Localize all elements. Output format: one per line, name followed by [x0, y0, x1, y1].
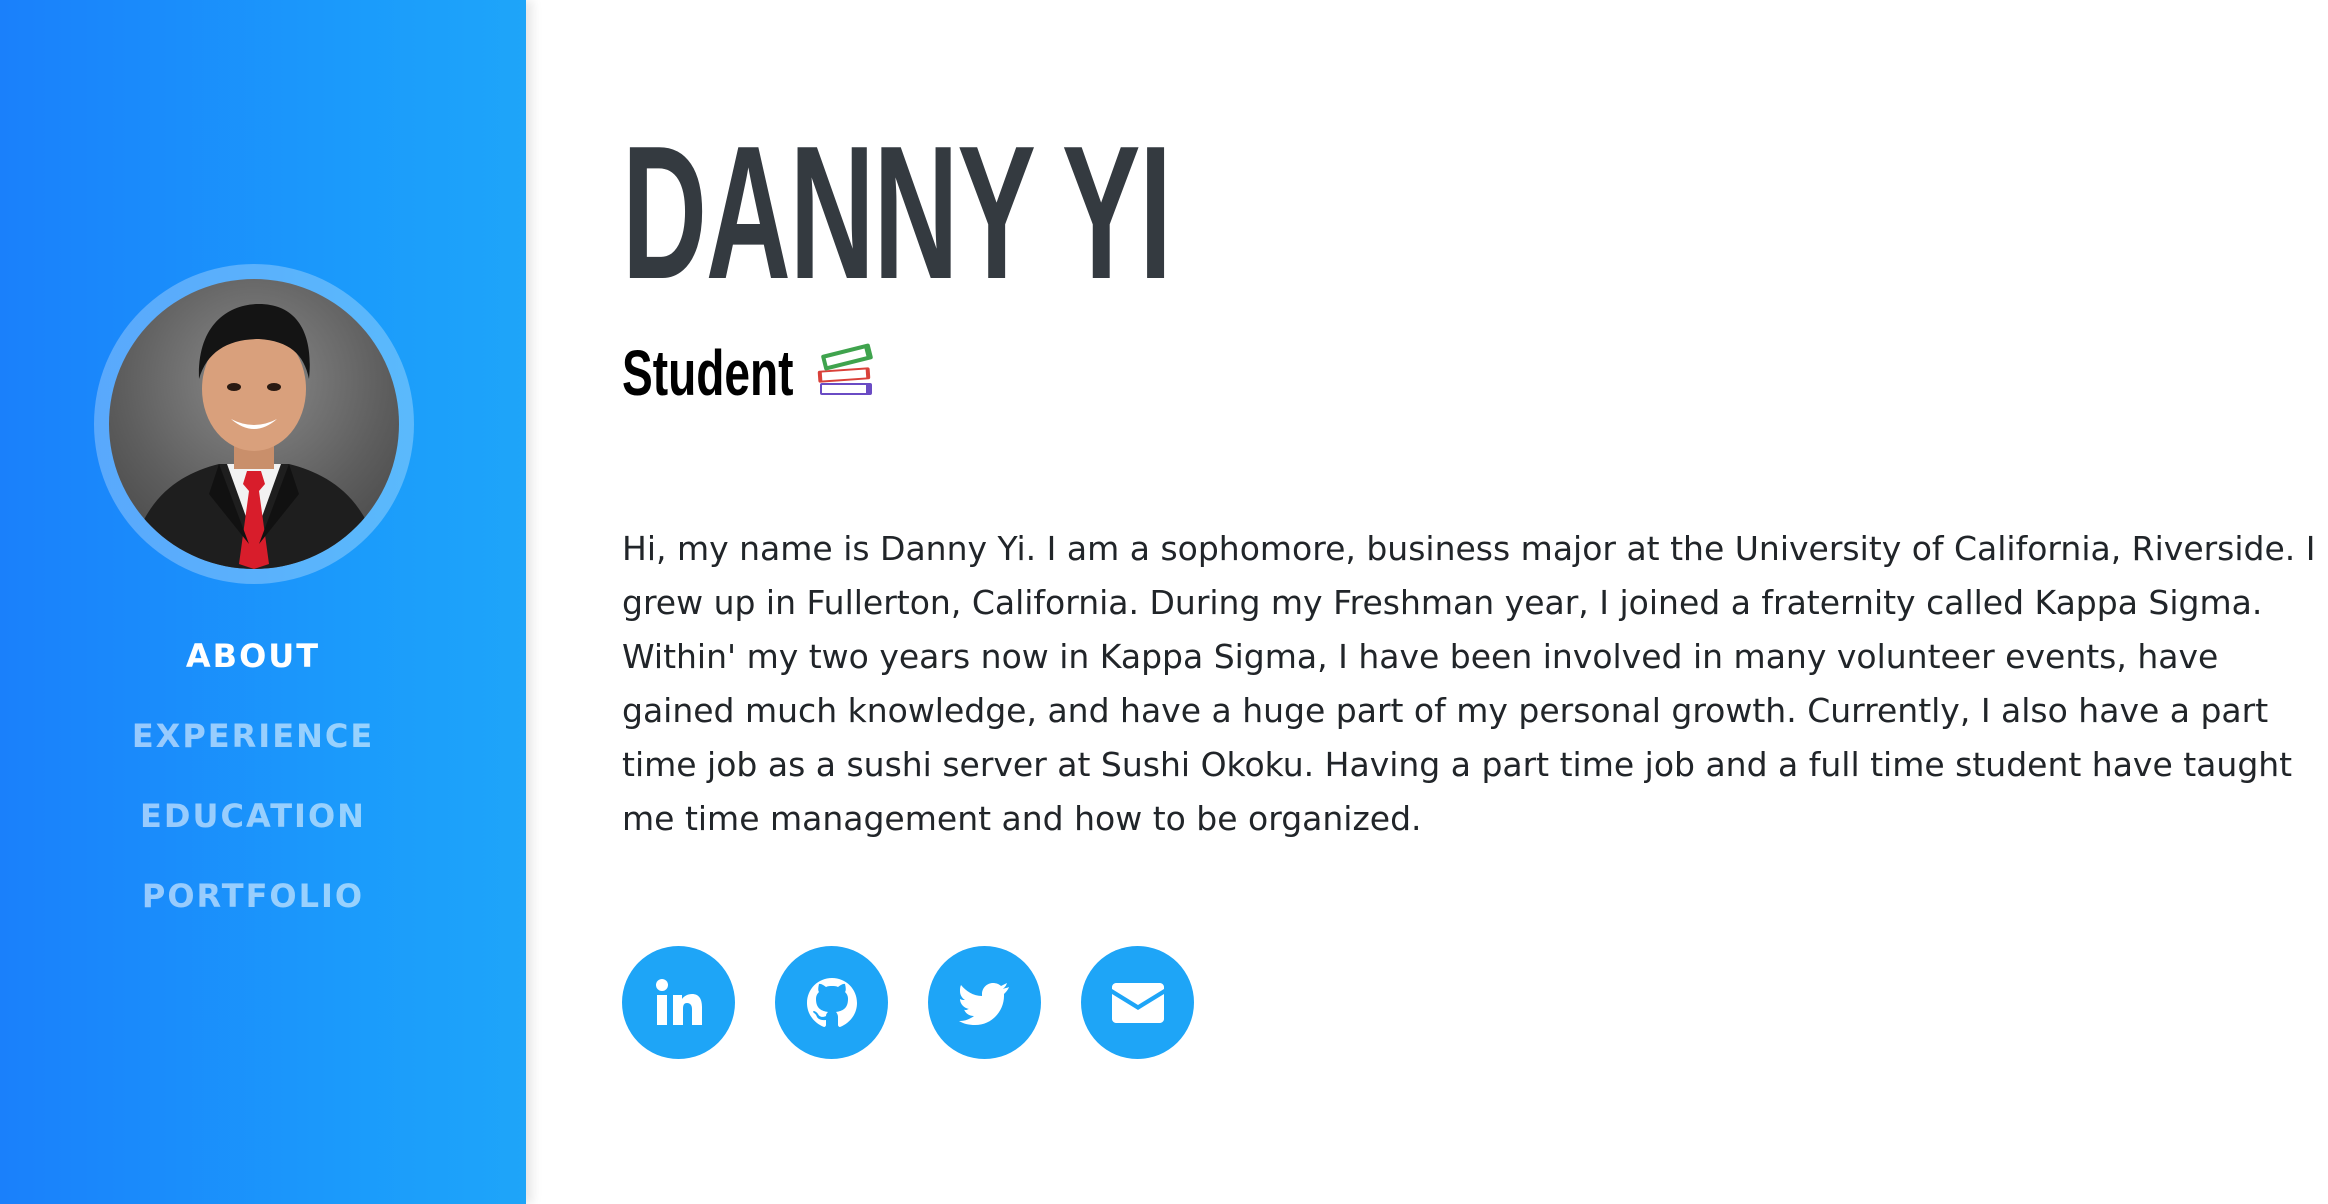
profile-photo — [129, 304, 381, 569]
bio-text: Hi, my name is Danny Yi. I am a sophomor… — [622, 529, 2316, 838]
email-button[interactable] — [1081, 946, 1194, 1059]
nav-link-education[interactable]: EDUCATION — [140, 797, 366, 835]
nav-item-portfolio: PORTFOLIO — [0, 868, 506, 948]
nav-item-education: EDUCATION — [0, 788, 506, 868]
nav-link-portfolio[interactable]: PORTFOLIO — [142, 877, 364, 915]
email-icon — [1111, 982, 1164, 1023]
nav-item-about: ABOUT — [0, 628, 506, 708]
page-title: DANNY YI — [622, 107, 1172, 319]
github-icon — [806, 977, 857, 1027]
sidebar: ABOUT EXPERIENCE EDUCATION PORTFOLIO — [0, 0, 526, 1204]
nav-link-about[interactable]: ABOUT — [186, 637, 320, 675]
books-icon — [814, 339, 878, 408]
linkedin-button[interactable] — [622, 946, 735, 1059]
linkedin-icon — [655, 978, 702, 1025]
twitter-button[interactable] — [928, 946, 1041, 1059]
subtitle-text: Student — [622, 337, 794, 409]
subtitle: Student — [622, 338, 878, 408]
nav-link-experience[interactable]: EXPERIENCE — [132, 717, 374, 755]
page: ABOUT EXPERIENCE EDUCATION PORTFOLIO DAN… — [0, 0, 2328, 1204]
avatar-ring — [94, 264, 414, 584]
nav-menu: ABOUT EXPERIENCE EDUCATION PORTFOLIO — [0, 628, 506, 948]
github-button[interactable] — [775, 946, 888, 1059]
nav-item-experience: EXPERIENCE — [0, 708, 506, 788]
twitter-icon — [958, 982, 1009, 1025]
social-links — [622, 946, 1194, 1059]
avatar — [109, 279, 399, 569]
